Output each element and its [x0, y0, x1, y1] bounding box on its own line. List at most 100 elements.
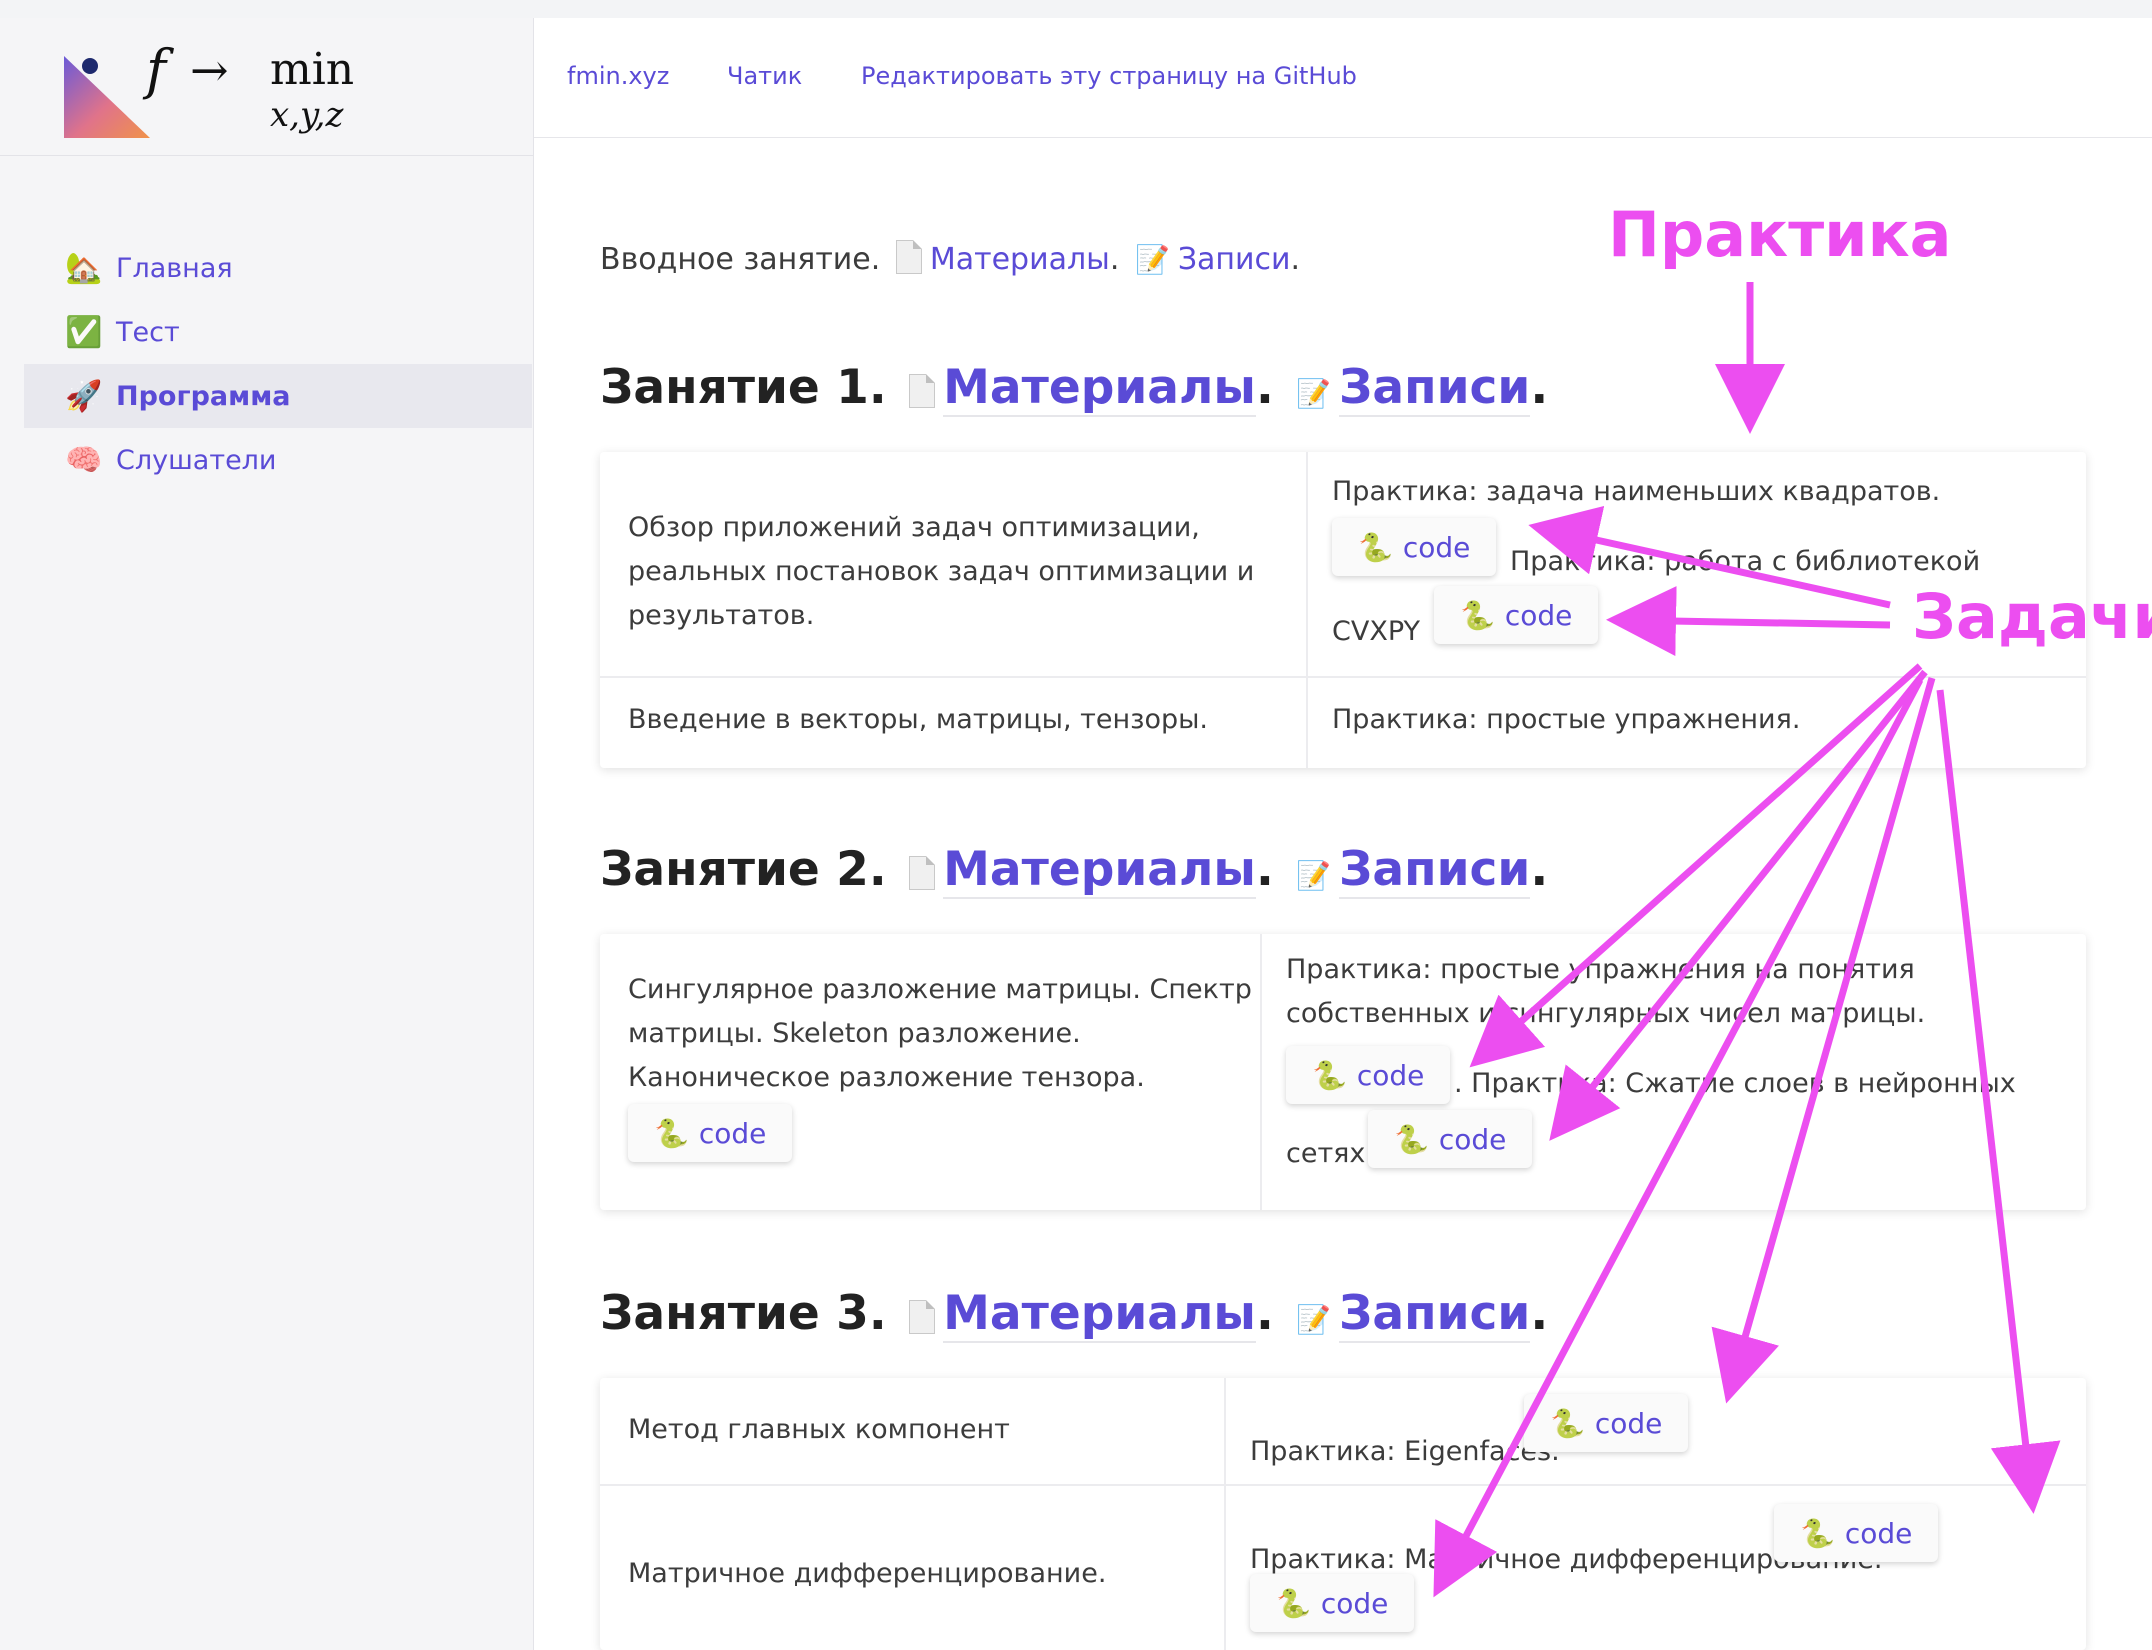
snake-icon: 🐍	[1550, 1406, 1585, 1440]
annotation-practice: Практика	[1608, 198, 1952, 271]
snake-icon: 🐍	[1800, 1516, 1835, 1550]
lesson-3-row-1-practice: Практика: Eigenfaces.	[1250, 1436, 1560, 1467]
lesson-2-notes-link[interactable]: Записи	[1339, 842, 1531, 899]
intro-notes-link[interactable]: Записи	[1178, 242, 1291, 277]
code-label: code	[1594, 1406, 1663, 1440]
code-button[interactable]: 🐍 code	[1368, 1110, 1533, 1168]
snake-icon: 🐍	[1460, 598, 1495, 632]
intro-materials-link[interactable]: Материалы	[930, 242, 1110, 277]
top-nav: fmin.xyz Чатик Редактировать эту страниц…	[534, 18, 2152, 138]
row-divider	[600, 676, 2086, 678]
lesson-3-materials-link[interactable]: Материалы	[943, 1286, 1256, 1343]
lesson-1-materials-link[interactable]: Материалы	[943, 360, 1256, 417]
lesson-title-text: Занятие 2.	[600, 842, 887, 897]
lesson-3-row-2-topic: Матричное дифференцирование.	[628, 1558, 1107, 1589]
lesson-1-row-1-practice-c: CVXPY	[1332, 616, 1421, 647]
house-icon: 🏡	[65, 250, 103, 286]
logo-subscript: x,y,z	[270, 95, 344, 135]
top-strip	[0, 0, 2152, 18]
page-icon	[909, 1300, 936, 1334]
lesson-1-table: Обзор приложений задач оптимизации, реал…	[600, 452, 2086, 768]
lesson-3-notes-link[interactable]: Записи	[1339, 1286, 1531, 1343]
code-button[interactable]: 🐍 code	[1286, 1046, 1451, 1104]
lesson-title-text: Занятие 1.	[600, 360, 887, 415]
nav-link-github-edit[interactable]: Редактировать эту страницу на GitHub	[861, 62, 1357, 90]
lesson-2-topic-line-2: матрицы. Skeleton разложение.	[628, 1018, 1081, 1049]
lesson-3-table: Метод главных компонент Практика: Eigenf…	[600, 1378, 2086, 1650]
code-label: code	[1320, 1586, 1389, 1620]
intro-line: Вводное занятие. Материалы. 📝 Записи.	[600, 240, 1301, 277]
code-button[interactable]: 🐍 code	[1774, 1504, 1939, 1562]
code-label: code	[1356, 1058, 1425, 1092]
code-button[interactable]: 🐍 code	[1524, 1394, 1689, 1452]
main-content: Вводное занятие. Материалы. 📝 Записи. Зан…	[534, 138, 2152, 1650]
brain-icon: 🧠	[65, 442, 103, 478]
sidebar-item-label: Главная	[116, 252, 233, 284]
memo-icon: 📝	[1134, 243, 1170, 276]
code-button[interactable]: 🐍 code	[1332, 518, 1497, 576]
logo-triangle	[64, 56, 150, 138]
logo-f: f	[142, 38, 174, 101]
logo-min: min	[270, 44, 354, 95]
lesson-2-practice-line-1: Практика: простые упражнения на понятия	[1286, 954, 1915, 985]
page-icon	[895, 240, 922, 274]
lesson-2-practice-line-3: . Практика: Сжатие слоев в нейронных	[1454, 1068, 2016, 1099]
code-button[interactable]: 🐍 code	[1250, 1574, 1415, 1632]
snake-icon: 🐍	[654, 1116, 689, 1150]
lesson-3-row-1-topic: Метод главных компонент	[628, 1414, 1010, 1445]
snake-icon: 🐍	[1312, 1058, 1347, 1092]
snake-icon: 🐍	[1276, 1586, 1311, 1620]
snake-icon: 🐍	[1394, 1122, 1429, 1156]
lesson-title-text: Занятие 3.	[600, 1286, 887, 1341]
lesson-1-row-1-topic: Обзор приложений задач оптимизации, реал…	[628, 512, 1255, 631]
lesson-2-practice-line-2: собственных и сингулярных чисел матрицы.	[1286, 998, 1926, 1029]
column-divider	[1260, 934, 1262, 1210]
sidebar-item-home[interactable]: 🏡 Главная	[24, 236, 532, 300]
row-divider	[600, 1484, 2086, 1486]
nav-link-fmin[interactable]: fmin.xyz	[567, 62, 669, 90]
lesson-2-table: Сингулярное разложение матрицы. Спектр м…	[600, 934, 2086, 1210]
lesson-1-row-2-topic: Введение в векторы, матрицы, тензоры.	[628, 704, 1209, 735]
code-button[interactable]: 🐍 code	[628, 1104, 793, 1162]
code-button[interactable]: 🐍 code	[1434, 586, 1599, 644]
sidebar-item-listeners[interactable]: 🧠 Слушатели	[24, 428, 532, 492]
code-label: code	[1844, 1516, 1913, 1550]
code-label: code	[1504, 598, 1573, 632]
sidebar-item-label: Программа	[116, 380, 291, 412]
snake-icon: 🐍	[1358, 530, 1393, 564]
lesson-2-topic-line-1: Сингулярное разложение матрицы. Спектр	[628, 974, 1252, 1005]
lesson-2-materials-link[interactable]: Материалы	[943, 842, 1256, 899]
code-label: code	[698, 1116, 767, 1150]
lesson-2-topic-line-3: Каноническое разложение тензора.	[628, 1062, 1145, 1093]
sidebar-item-program[interactable]: 🚀 Программа	[24, 364, 532, 428]
column-divider	[1306, 452, 1308, 768]
sidebar-header-divider	[0, 155, 533, 156]
page-icon	[909, 856, 936, 890]
lesson-1-row-2-practice: Практика: простые упражнения.	[1332, 704, 1801, 735]
lesson-1-row-1-practice-a: Практика: задача наименьших квадратов.	[1332, 476, 1941, 507]
intro-text: Вводное занятие.	[600, 242, 881, 277]
lesson-1-notes-link[interactable]: Записи	[1339, 360, 1531, 417]
lesson-3-title: Занятие 3. Материалы. 📝 Записи.	[600, 1286, 1549, 1343]
site-logo[interactable]: f → min x,y,z	[60, 36, 390, 146]
code-label: code	[1402, 530, 1471, 564]
rocket-icon: 🚀	[65, 378, 103, 414]
annotation-tasks: Задачи	[1912, 580, 2152, 653]
lesson-1-title: Занятие 1. Материалы. 📝 Записи.	[600, 360, 1549, 417]
sidebar: f → min x,y,z 🏡 Главная ✅ Тест 🚀 Програм…	[0, 18, 534, 1650]
code-label: code	[1438, 1122, 1507, 1156]
memo-icon: 📝	[1296, 859, 1332, 892]
lesson-1-row-1-practice-b: Практика: работа с библиотекой	[1510, 546, 1981, 577]
sidebar-item-label: Слушатели	[116, 444, 277, 476]
logo-arrow: →	[190, 43, 229, 97]
logo-dot	[82, 58, 98, 74]
page-icon	[909, 374, 936, 408]
memo-icon: 📝	[1296, 1303, 1332, 1336]
memo-icon: 📝	[1296, 377, 1332, 410]
sidebar-item-label: Тест	[116, 316, 180, 348]
lesson-2-practice-line-4: сетях	[1286, 1138, 1366, 1169]
sidebar-item-test[interactable]: ✅ Тест	[24, 300, 532, 364]
check-icon: ✅	[65, 314, 103, 350]
nav-link-chat[interactable]: Чатик	[727, 62, 802, 90]
lesson-2-title: Занятие 2. Материалы. 📝 Записи.	[600, 842, 1549, 899]
